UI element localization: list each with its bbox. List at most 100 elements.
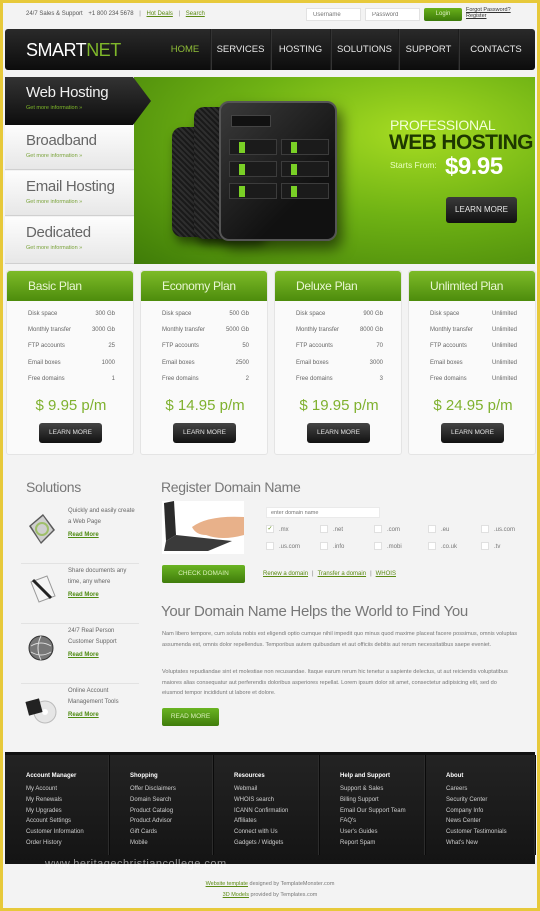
- tld-checkbox-mobi[interactable]: .mobi: [374, 542, 402, 552]
- footer-link[interactable]: My Account: [26, 784, 84, 795]
- footer-link[interactable]: Careers: [446, 784, 507, 795]
- checkbox[interactable]: [320, 542, 328, 551]
- nav-support[interactable]: SUPPORT: [398, 29, 458, 70]
- login-button[interactable]: Login: [424, 8, 462, 21]
- plan-learn-more-button[interactable]: LEARN MORE: [307, 423, 370, 443]
- plan-row: Disk space Unlimited: [430, 311, 517, 327]
- check-domain-button[interactable]: CHECK DOMAIN: [162, 565, 245, 583]
- website-template-link[interactable]: Website template: [206, 881, 248, 887]
- footer-link[interactable]: Company Info: [446, 806, 507, 817]
- 3d-models-link[interactable]: 3D Models: [223, 892, 249, 898]
- nav-contacts[interactable]: CONTACTS: [458, 29, 533, 70]
- checkbox[interactable]: [428, 542, 436, 551]
- checkbox[interactable]: [266, 542, 274, 551]
- tld-checkbox-mx[interactable]: ✓ .mx: [266, 525, 289, 535]
- footer-link[interactable]: My Upgrades: [26, 806, 84, 817]
- tld-checkbox-couk[interactable]: .co.uk: [428, 542, 457, 552]
- footer-link[interactable]: Webmail: [234, 784, 288, 795]
- footer-link[interactable]: Domain Search: [130, 795, 176, 806]
- hero-tab-web-hosting[interactable]: Web Hosting Get more information »: [5, 77, 151, 125]
- checkbox-checked[interactable]: ✓: [266, 525, 274, 534]
- read-more-link[interactable]: Read More: [68, 712, 99, 718]
- checkbox[interactable]: [428, 525, 436, 534]
- footer-link[interactable]: My Renewals: [26, 795, 84, 806]
- tld-checkbox-eu[interactable]: .eu: [428, 525, 449, 535]
- footer-link[interactable]: Security Center: [446, 795, 507, 806]
- footer-link[interactable]: Customer Testimonials: [446, 827, 507, 838]
- read-more-button[interactable]: READ MORE: [162, 708, 219, 726]
- tab-more-link[interactable]: Get more information »: [26, 199, 82, 205]
- footer-link[interactable]: News Center: [446, 816, 507, 827]
- footer-link[interactable]: Billing Support: [340, 795, 406, 806]
- footer-link[interactable]: Product Catalog: [130, 806, 176, 817]
- footer-link[interactable]: Email Our Support Team: [340, 806, 406, 817]
- checkbox[interactable]: [374, 525, 382, 534]
- hero-learn-more-button[interactable]: LEARN MORE: [446, 197, 517, 223]
- read-more-link[interactable]: Read More: [68, 592, 99, 598]
- checkbox[interactable]: [481, 525, 489, 534]
- tld-checkbox-com[interactable]: .com: [374, 525, 400, 535]
- transfer-domain-link[interactable]: Transfer a domain: [318, 571, 366, 577]
- plan-learn-more-button[interactable]: LEARN MORE: [173, 423, 236, 443]
- footer-link[interactable]: Mobile: [130, 838, 176, 849]
- register-link[interactable]: Register: [466, 13, 486, 19]
- hot-deals-link[interactable]: Hot Deals: [147, 11, 173, 17]
- renew-domain-link[interactable]: Renew a domain: [263, 571, 308, 577]
- hero-tab-broadband[interactable]: Broadband Get more information »: [5, 125, 134, 170]
- phone-number: +1 800 234 5678: [88, 11, 134, 17]
- tld-checkbox-net[interactable]: .net: [320, 525, 343, 535]
- tab-title: Broadband: [26, 132, 97, 149]
- logo[interactable]: SMARTNET: [26, 40, 121, 61]
- username-input[interactable]: [306, 8, 361, 21]
- footer-link[interactable]: User's Guides: [340, 827, 406, 838]
- nav-solutions[interactable]: SOLUTIONS: [330, 29, 398, 70]
- footer-link[interactable]: Offer Disclaimers: [130, 784, 176, 795]
- footer-link[interactable]: Connect with Us: [234, 827, 288, 838]
- footer-link[interactable]: What's New: [446, 838, 507, 849]
- plan-price: $ 9.95 p/m: [35, 397, 107, 414]
- footer-link[interactable]: Support & Sales: [340, 784, 406, 795]
- footer-link[interactable]: ICANN Confirmation: [234, 806, 288, 817]
- nav-home[interactable]: HOME: [160, 29, 210, 70]
- read-more-link[interactable]: Read More: [68, 532, 99, 538]
- tld-checkbox-info[interactable]: .info: [320, 542, 344, 552]
- separator: |: [312, 571, 314, 577]
- row-value: 70: [376, 343, 383, 349]
- footer-link[interactable]: Gift Cards: [130, 827, 176, 838]
- hero-tab-dedicated[interactable]: Dedicated Get more information »: [5, 217, 134, 264]
- search-link[interactable]: Search: [186, 11, 205, 17]
- tld-checkbox-tv[interactable]: .tv: [481, 542, 500, 552]
- tld-checkbox-uscom-2[interactable]: .us.com: [266, 542, 300, 552]
- footer-link[interactable]: Customer Information: [26, 827, 84, 838]
- footer-column-title: Account Manager: [26, 773, 77, 779]
- row-value: 5000 Gb: [225, 327, 249, 333]
- tab-more-link[interactable]: Get more information »: [26, 245, 82, 251]
- row-value: 2500: [235, 360, 249, 366]
- checkbox[interactable]: [374, 542, 382, 551]
- read-more-link[interactable]: Read More: [68, 652, 99, 658]
- tab-more-link[interactable]: Get more information »: [26, 105, 82, 111]
- checkbox[interactable]: [481, 542, 489, 551]
- footer-link[interactable]: Account Settings: [26, 816, 84, 827]
- footer-link[interactable]: FAQ's: [340, 816, 406, 827]
- domain-name-input[interactable]: [266, 507, 380, 518]
- plan-learn-more-button[interactable]: LEARN MORE: [441, 423, 504, 443]
- nav-services[interactable]: SERVICES: [210, 29, 270, 70]
- globe-support-icon: [28, 635, 54, 661]
- footer-link[interactable]: Gadgets / Widgets: [234, 838, 288, 849]
- nav-hosting[interactable]: HOSTING: [270, 29, 330, 70]
- solution-text: 24/7 Real Person Customer Support: [68, 628, 117, 645]
- solutions-title: Solutions: [26, 479, 81, 495]
- footer-link[interactable]: Report Spam: [340, 838, 406, 849]
- footer-link[interactable]: Product Advisor: [130, 816, 176, 827]
- password-input[interactable]: [365, 8, 420, 21]
- checkbox[interactable]: [320, 525, 328, 534]
- plan-learn-more-button[interactable]: LEARN MORE: [39, 423, 102, 443]
- tld-checkbox-uscom[interactable]: .us.com: [481, 525, 515, 535]
- hero-tab-email-hosting[interactable]: Email Hosting Get more information »: [5, 171, 134, 216]
- tab-more-link[interactable]: Get more information »: [26, 153, 82, 159]
- footer-link[interactable]: Affiliates: [234, 816, 288, 827]
- whois-link[interactable]: WHOIS: [376, 571, 396, 577]
- footer-link[interactable]: WHOIS search: [234, 795, 288, 806]
- footer-link[interactable]: Order History: [26, 838, 84, 849]
